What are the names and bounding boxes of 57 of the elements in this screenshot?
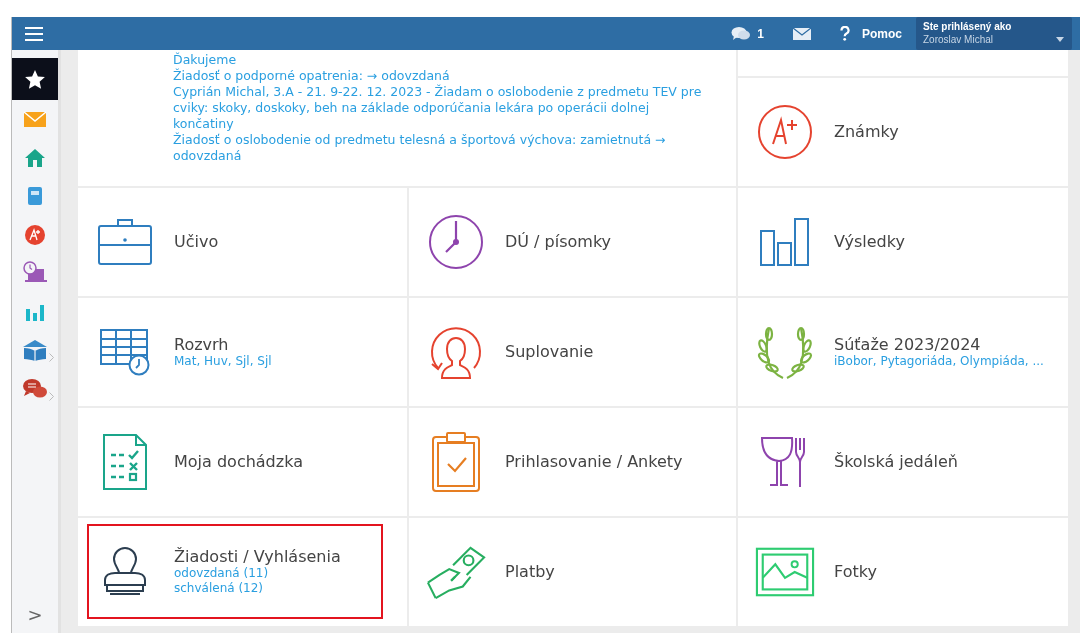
house-icon xyxy=(24,147,46,168)
grade-icon xyxy=(24,223,46,246)
briefcase-icon xyxy=(97,217,153,266)
messages-button[interactable]: 1 xyxy=(717,24,778,43)
grade-icon xyxy=(757,103,813,160)
checklist-icon xyxy=(102,432,148,491)
menu-tile[interactable]: Žiadosti / Vyhlásenia odovzdaná (11) schválená (12) xyxy=(78,518,407,626)
envelope-icon xyxy=(23,110,47,128)
speech-bubbles-icon xyxy=(22,377,48,400)
tile-detail: odovzdaná (11) xyxy=(174,566,270,581)
caret-icon xyxy=(1056,37,1064,42)
bar-chart-icon xyxy=(25,302,45,321)
chat-icon xyxy=(731,25,752,42)
tile-title: Fotky xyxy=(834,562,877,581)
menu-tile[interactable]: Moja dochádzka xyxy=(78,408,407,516)
tile-title: Rozvrh xyxy=(174,334,230,354)
tile-detail: schválená (12) xyxy=(174,581,265,596)
menu-tile[interactable]: Známky xyxy=(738,78,1068,186)
help-icon xyxy=(840,26,850,41)
timetable-icon xyxy=(99,327,151,376)
sidebar-item[interactable] xyxy=(12,58,58,100)
tile-title: Prihlasovanie / Ankety xyxy=(505,452,683,471)
tile-title: Výsledky xyxy=(834,232,905,251)
help-button[interactable]: Pomoc xyxy=(826,24,916,43)
stamp-icon xyxy=(102,546,148,597)
tile-title: Učivo xyxy=(174,232,219,251)
clipboard-check-icon xyxy=(431,430,481,493)
menu-tile[interactable]: Učivo xyxy=(78,188,407,296)
menu-tile[interactable]: Fotky xyxy=(738,518,1068,626)
tile-detail: Mat, Huv, Sjl, Sjl xyxy=(174,353,272,369)
tile-title: Žiadosti / Vyhlásenia xyxy=(174,547,341,566)
menu-tile[interactable]: Prihlasovanie / Ankety xyxy=(409,408,736,516)
menu-tile[interactable]: Výsledky xyxy=(738,188,1068,296)
menu-tile[interactable]: Rozvrh Mat, Huv, Sjl, Sjl xyxy=(78,298,407,406)
menu-tile[interactable]: DÚ / písomky xyxy=(409,188,736,296)
star-icon xyxy=(24,68,46,90)
tile-title: Moja dochádzka xyxy=(174,452,303,471)
envelope-icon xyxy=(792,26,812,41)
tile-title: Súťaže 2023/2024 xyxy=(834,334,982,354)
menu-button[interactable] xyxy=(24,25,44,42)
menu-tile[interactable]: Suplovanie xyxy=(409,298,736,406)
tile-title: DÚ / písomky xyxy=(505,232,612,251)
tile-title: Školská jedáleň xyxy=(834,452,958,471)
tile-title: Platby xyxy=(505,562,555,581)
menu-tile[interactable]: Školská jedáleň xyxy=(738,408,1068,516)
menu-tile[interactable]: Platby xyxy=(409,518,736,626)
tile-title: Známky xyxy=(834,122,899,141)
bar-chart-icon xyxy=(759,216,811,267)
picture-icon xyxy=(755,545,815,598)
tile-title: Suplovanie xyxy=(505,342,594,361)
menu-tile[interactable]: Súťaže 2023/2024 iBobor, Pytagoriáda, Olympiáda, ... xyxy=(738,298,1068,406)
notebook-icon xyxy=(27,186,43,207)
clock-icon xyxy=(428,213,484,270)
sidebar-toggle[interactable]: > xyxy=(12,600,58,629)
user-menu[interactable]: Ste prihlásený ako Zoroslav Michal xyxy=(916,17,1072,50)
tile-detail: iBobor, Pytagoriáda, Olympiáda, ... xyxy=(834,353,1044,369)
book-house-icon xyxy=(22,339,48,362)
